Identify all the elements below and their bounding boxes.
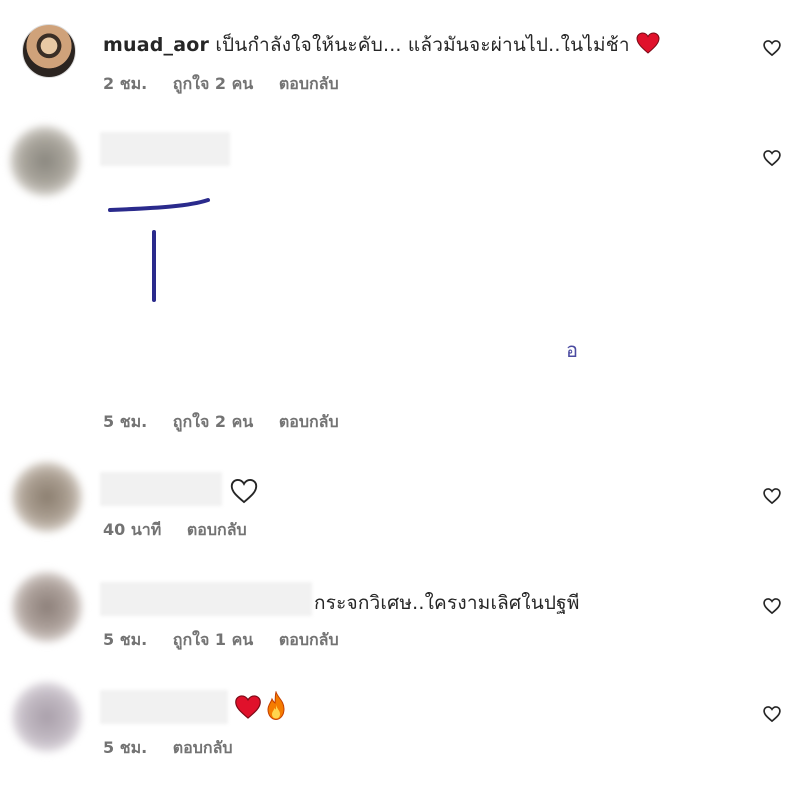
comment-text: กระจกวิเศษ..ใครงามเลิศในปฐพี xyxy=(314,592,580,614)
heart-outline-icon[interactable] xyxy=(762,38,782,58)
comment-meta: 5 ชม. ตอบกลับ xyxy=(103,736,253,761)
avatar[interactable] xyxy=(22,24,76,78)
heart-outline-icon[interactable] xyxy=(762,486,782,506)
heart-outline-icon[interactable] xyxy=(762,596,782,616)
comment-item: muad_aor เป็นกำลังใจให้นะคับ... แล้วมันจ… xyxy=(0,0,800,110)
comment-text: เป็นกำลังใจให้นะคับ... แล้วมันจะผ่านไป..… xyxy=(215,34,630,56)
avatar[interactable] xyxy=(12,572,82,642)
reply-button[interactable]: ตอบกลับ xyxy=(279,630,339,649)
avatar[interactable] xyxy=(10,126,80,196)
comment-text-line: muad_aor เป็นกำลังใจให้นะคับ... แล้วมันจ… xyxy=(103,30,660,60)
white-heart-emoji xyxy=(230,478,258,504)
comment-item: 5 ชม. ตอบกลับ xyxy=(0,670,800,803)
red-heart-emoji xyxy=(636,32,660,54)
heart-outline-icon[interactable] xyxy=(762,704,782,724)
reply-button[interactable]: ตอบกลับ xyxy=(187,520,247,539)
comment-username-blurred[interactable] xyxy=(100,472,222,506)
comment-username-blurred[interactable] xyxy=(100,582,312,616)
comment-username-blurred[interactable] xyxy=(100,132,230,166)
comment-meta: 40 นาที ตอบกลับ xyxy=(103,518,267,543)
avatar[interactable] xyxy=(12,682,82,752)
comment-time[interactable]: 2 ชม. xyxy=(103,74,147,93)
drawing-text: อ xyxy=(566,338,579,362)
comment-meta: 5 ชม. ถูกใจ 1 คน ตอบกลับ xyxy=(103,628,359,653)
reply-button[interactable]: ตอบกลับ xyxy=(173,738,233,757)
comment-meta: 2 ชม. ถูกใจ 2 คน ตอบกลับ xyxy=(103,72,359,97)
comment-time[interactable]: 5 ชม. xyxy=(103,630,147,649)
comment-time[interactable]: 5 ชม. xyxy=(103,738,147,757)
drawing-image xyxy=(108,198,210,302)
avatar[interactable] xyxy=(12,462,82,532)
comment-likes[interactable]: ถูกใจ 2 คน xyxy=(173,74,253,93)
comment-meta: 5 ชม. ถูกใจ 2 คน ตอบกลับ xyxy=(103,410,359,435)
reply-button[interactable]: ตอบกลับ xyxy=(279,74,339,93)
comment-username-blurred[interactable] xyxy=(100,690,228,724)
comment-likes[interactable]: ถูกใจ 2 คน xyxy=(173,412,253,431)
comment-likes[interactable]: ถูกใจ 1 คน xyxy=(173,630,253,649)
red-heart-emoji xyxy=(235,695,261,719)
comment-time[interactable]: 40 นาที xyxy=(103,520,161,539)
reply-button[interactable]: ตอบกลับ xyxy=(279,412,339,431)
comment-item: 40 นาที ตอบกลับ xyxy=(0,450,800,560)
comment-time[interactable]: 5 ชม. xyxy=(103,412,147,431)
comment-item: อ 5 ชม. ถูกใจ 2 คน ตอบกลับ xyxy=(0,110,800,450)
fire-emoji xyxy=(267,691,285,721)
comment-username[interactable]: muad_aor xyxy=(103,34,209,56)
heart-outline-icon[interactable] xyxy=(762,148,782,168)
comment-item: กระจกวิเศษ..ใครงามเลิศในปฐพี 5 ชม. ถูกใจ… xyxy=(0,560,800,670)
